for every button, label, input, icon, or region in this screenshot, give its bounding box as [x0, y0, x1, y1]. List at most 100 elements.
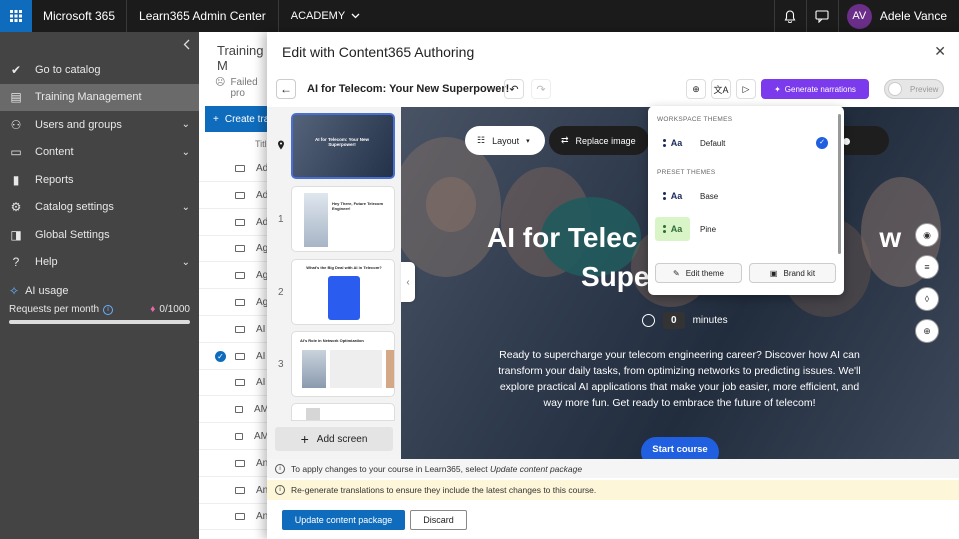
thumb-number: 2: [278, 287, 284, 298]
sidebar-item-content[interactable]: ▭ Content ⌄: [0, 139, 199, 167]
narration-settings-button[interactable]: ⊕: [686, 79, 706, 99]
sidebar-item-reports[interactable]: ▮ Reports: [0, 166, 199, 194]
redo-button[interactable]: ↷: [531, 79, 551, 99]
app-launcher-icon[interactable]: [0, 0, 32, 32]
thumbnail-screen-4[interactable]: [291, 403, 395, 421]
sidebar-item-catalog-settings[interactable]: ⚙ Catalog settings ⌄: [0, 194, 199, 222]
brand-kit-button[interactable]: ▣ Brand kit: [749, 263, 836, 283]
thumb-block: [386, 350, 394, 388]
table-row[interactable]: ✓ AI: [199, 344, 269, 370]
play-audio-button[interactable]: ▷: [736, 79, 756, 99]
minutes-value[interactable]: 0: [663, 312, 685, 329]
start-course-button[interactable]: Start course: [641, 437, 719, 459]
editor-toolbar: ← AI for Telecom: Your New Superpower! ↶…: [267, 76, 959, 106]
sidebar-item-label: Help: [35, 256, 58, 269]
collapse-nav-button[interactable]: [0, 32, 199, 56]
checkmark-icon: ✓: [816, 137, 828, 149]
help-icon: ?: [12, 255, 20, 270]
thumbnail-screen-2[interactable]: What's the Big Deal with AI in Telecom?: [291, 259, 395, 325]
replace-icon: ⇄: [561, 135, 569, 145]
slider-thumb[interactable]: [843, 138, 850, 145]
generate-narrations-label: Generate narrations: [784, 84, 856, 94]
user-menu[interactable]: AV Adele Vance: [837, 0, 959, 32]
feedback-icon[interactable]: [805, 0, 838, 32]
replace-image-button[interactable]: ⇄ Replace image: [549, 126, 649, 155]
popover-scrollbar[interactable]: [838, 114, 841, 254]
monitor-icon: [235, 299, 245, 306]
chevron-down-icon: ⌄: [181, 256, 190, 268]
table-row[interactable]: An: [199, 478, 269, 504]
table-row[interactable]: An: [199, 504, 269, 531]
back-button[interactable]: ←: [276, 79, 296, 99]
layout-button[interactable]: ☷ Layout ▾: [465, 126, 545, 155]
monitor-icon: [235, 486, 245, 494]
checkmark-icon[interactable]: ✓: [215, 350, 226, 362]
thumbnail-screen-1[interactable]: Hey There, Future Telecom Engineer!: [291, 186, 395, 252]
sidebar-item-label: Users and groups: [35, 118, 122, 131]
theme-default[interactable]: Aa Default ✓: [655, 131, 835, 155]
theme-popover: WORKSPACE THEMES Aa Default ✓ PRESET THE…: [648, 106, 844, 295]
chart-icon: ▮: [12, 172, 20, 187]
workspace-themes-label: WORKSPACE THEMES: [657, 116, 733, 123]
table-row[interactable]: Ag: [199, 263, 269, 290]
table-row[interactable]: AI: [199, 370, 269, 397]
preview-toggle[interactable]: Preview: [884, 79, 944, 99]
create-training-button[interactable]: + Create tra: [205, 106, 275, 132]
academy-dropdown[interactable]: ACADEMY: [279, 0, 372, 32]
discard-button[interactable]: Discard: [410, 510, 467, 530]
folder-icon: ▭: [10, 145, 22, 160]
table-row[interactable]: AI: [199, 317, 269, 343]
close-icon[interactable]: ✕: [934, 43, 946, 60]
collapse-thumbnails-button[interactable]: ‹: [401, 262, 415, 302]
thumbnail-screen-3[interactable]: AI's Role in Network Optimization: [291, 331, 395, 397]
monitor-icon: [235, 433, 243, 440]
color-drop-icon[interactable]: ◊: [915, 287, 939, 311]
caret-down-icon: ▾: [526, 137, 530, 145]
bell-icon[interactable]: [773, 0, 806, 32]
table-row[interactable]: Ad: [199, 210, 269, 236]
gem-icon: ♦: [150, 304, 156, 315]
monitor-icon: [235, 352, 245, 360]
sidebar-item-users-and-groups[interactable]: ⚇ Users and groups ⌄: [0, 111, 199, 139]
table-row[interactable]: Ad: [199, 183, 269, 209]
generate-narrations-button[interactable]: ✦ Generate narrations: [761, 79, 869, 99]
info-bar-update: i To apply changes to your course in Lea…: [267, 459, 959, 478]
table-row[interactable]: An: [199, 451, 269, 477]
replace-image-label: Replace image: [575, 135, 636, 146]
add-screen-button[interactable]: + Add screen: [275, 427, 393, 451]
visibility-eye-icon[interactable]: ◉: [915, 223, 939, 247]
arrow-left-icon: ←: [280, 82, 292, 96]
sidebar-item-help[interactable]: ? Help ⌄: [0, 249, 199, 277]
admin-center-title[interactable]: Learn365 Admin Center: [127, 0, 279, 32]
failed-filter[interactable]: ☹ Failed pro: [215, 77, 269, 99]
slide-description[interactable]: Ready to supercharge your telecom engine…: [498, 347, 861, 411]
monitor-icon: [235, 191, 245, 199]
info-icon: i: [275, 485, 285, 495]
forward-circle-icon[interactable]: ⊕: [915, 319, 939, 343]
edit-theme-button[interactable]: ✎ Edit theme: [655, 263, 742, 283]
table-row[interactable]: AM: [199, 397, 269, 424]
table-row[interactable]: Ag: [199, 290, 269, 316]
align-text-icon[interactable]: ≡: [915, 255, 939, 279]
app-name[interactable]: Microsoft 365: [32, 0, 128, 32]
theme-pine[interactable]: Aa Pine: [655, 217, 835, 241]
info-emphasis: Update content package: [489, 463, 583, 474]
academy-label: ACADEMY: [290, 10, 346, 22]
translate-button[interactable]: 文A: [711, 79, 731, 99]
update-content-package-button[interactable]: Update content package: [282, 510, 405, 530]
sidebar-item-global-settings[interactable]: ◨ Global Settings: [0, 221, 199, 249]
undo-button[interactable]: ↶: [504, 79, 524, 99]
thumbnail-cover[interactable]: AI for Telecom: Your New Superpower!: [291, 113, 395, 179]
sidebar-item-training-management[interactable]: ▤ Training Management: [0, 83, 199, 111]
table-row[interactable]: Ad: [199, 156, 269, 182]
edit-panel: Edit with Content365 Authoring ✕ ← AI fo…: [267, 32, 959, 539]
info-icon[interactable]: i: [103, 304, 114, 315]
requests-row: Requests per month i ♦ 0/1000: [0, 304, 199, 315]
table-row[interactable]: Ag: [199, 236, 269, 263]
theme-base[interactable]: Aa Base: [655, 184, 835, 208]
thumb-title: What's the Big Deal with AI in Telecom?: [306, 265, 382, 270]
table-row[interactable]: AM: [199, 424, 269, 450]
sidebar-item-go-to-catalog[interactable]: ✔ Go to catalog: [0, 56, 199, 84]
wand-icon: ✧: [9, 284, 20, 298]
theme-swatch: Aa: [655, 217, 690, 241]
